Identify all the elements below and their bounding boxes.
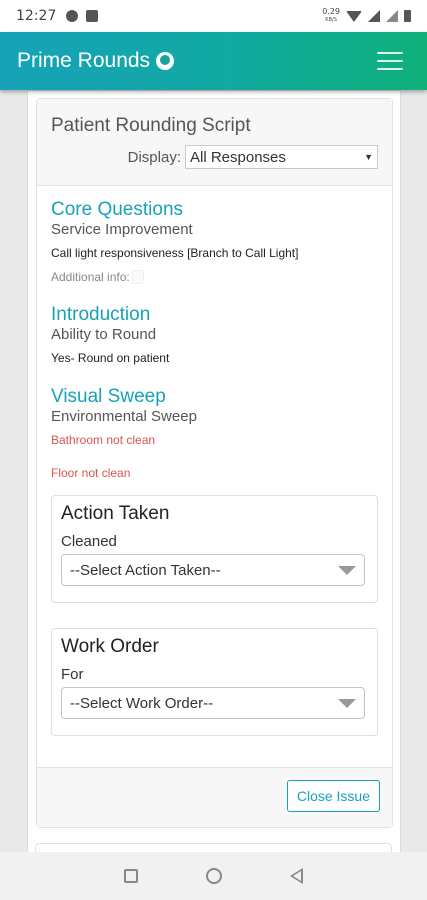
net-speed-unit: KB/S <box>325 17 337 23</box>
panel-label: Cleaned <box>61 533 117 550</box>
content-scroll-area[interactable]: Patient Rounding Script Display: All Res… <box>0 90 427 852</box>
hamburger-line <box>377 52 403 54</box>
section-answer: Call light responsiveness [Branch to Cal… <box>51 246 299 260</box>
display-select[interactable]: All Responses ▼ <box>185 145 378 169</box>
dropdown-arrow-icon <box>338 698 356 708</box>
brand-name: Prime Rounds <box>17 49 151 72</box>
section-introduction: Introduction Ability to Round Yes- Round… <box>51 304 378 366</box>
dropdown-arrow-icon <box>338 565 356 575</box>
image-icon <box>86 10 99 22</box>
brand-link[interactable]: Prime Rounds <box>17 49 175 73</box>
display-filter: Display: All Responses ▼ <box>51 145 378 169</box>
issue-item[interactable]: Floor not clean <box>51 466 378 481</box>
caret-down-icon: ▼ <box>364 152 373 162</box>
recent-apps-icon[interactable] <box>124 869 138 883</box>
panel-title: Action Taken <box>61 503 170 524</box>
signal-x-icon <box>386 10 398 22</box>
display-selected-value: All Responses <box>190 148 286 166</box>
card-title: Patient Rounding Script <box>51 115 251 136</box>
brand-logo-icon <box>156 52 175 70</box>
status-bar: 12:27 0.29 KB/S <box>0 0 427 32</box>
net-speed: 0.29 KB/S <box>322 8 340 24</box>
additional-info-field[interactable] <box>131 270 144 284</box>
section-core-questions: Core Questions Service Improvement Call … <box>51 199 378 284</box>
additional-info-label: Additional info: <box>51 270 130 284</box>
home-icon[interactable] <box>206 868 222 884</box>
card-footer: Close Issue <box>37 767 392 827</box>
system-nav-bar <box>0 852 427 900</box>
select-value: --Select Action Taken-- <box>70 561 221 579</box>
app-navbar: Prime Rounds <box>0 32 427 90</box>
panel-label: For <box>61 666 84 683</box>
action-taken-panel: Action Taken Cleaned --Select Action Tak… <box>51 495 378 603</box>
section-title: Core Questions <box>51 199 184 220</box>
action-taken-select[interactable]: --Select Action Taken-- <box>61 554 365 586</box>
work-order-select[interactable]: --Select Work Order-- <box>61 687 365 719</box>
issue-item[interactable]: Bathroom not clean <box>51 433 378 448</box>
work-order-panel: Work Order For --Select Work Order-- <box>51 628 378 736</box>
section-subtitle: Service Improvement <box>51 221 193 238</box>
hamburger-line <box>377 60 403 62</box>
battery-icon <box>404 10 411 22</box>
content-container: Patient Rounding Script Display: All Res… <box>27 90 401 852</box>
section-title: Introduction <box>51 304 151 325</box>
hamburger-line <box>377 68 403 70</box>
card-header: Patient Rounding Script Display: All Res… <box>37 99 392 186</box>
notification-icon <box>66 10 79 22</box>
back-icon[interactable] <box>290 868 303 884</box>
select-value: --Select Work Order-- <box>70 694 214 712</box>
status-time: 12:27 <box>16 8 57 24</box>
section-title: Visual Sweep <box>51 386 166 407</box>
display-label: Display: <box>127 148 181 166</box>
signal-icon <box>368 10 380 22</box>
section-visual-sweep: Visual Sweep Environmental Sweep Bathroo… <box>51 386 378 481</box>
hamburger-menu-button[interactable] <box>370 45 410 77</box>
rounding-script-card: Patient Rounding Script Display: All Res… <box>36 98 393 828</box>
panel-title: Work Order <box>61 636 159 657</box>
net-speed-value: 0.29 <box>322 7 340 16</box>
next-card-partial <box>35 843 392 852</box>
card-body: Core Questions Service Improvement Call … <box>37 186 392 736</box>
section-answer: Yes- Round on patient <box>51 351 170 365</box>
close-issue-button[interactable]: Close Issue <box>286 780 380 812</box>
section-subtitle: Ability to Round <box>51 326 157 343</box>
wifi-icon <box>346 10 362 22</box>
additional-info: Additional info: <box>51 270 378 284</box>
section-subtitle: Environmental Sweep <box>51 408 197 425</box>
